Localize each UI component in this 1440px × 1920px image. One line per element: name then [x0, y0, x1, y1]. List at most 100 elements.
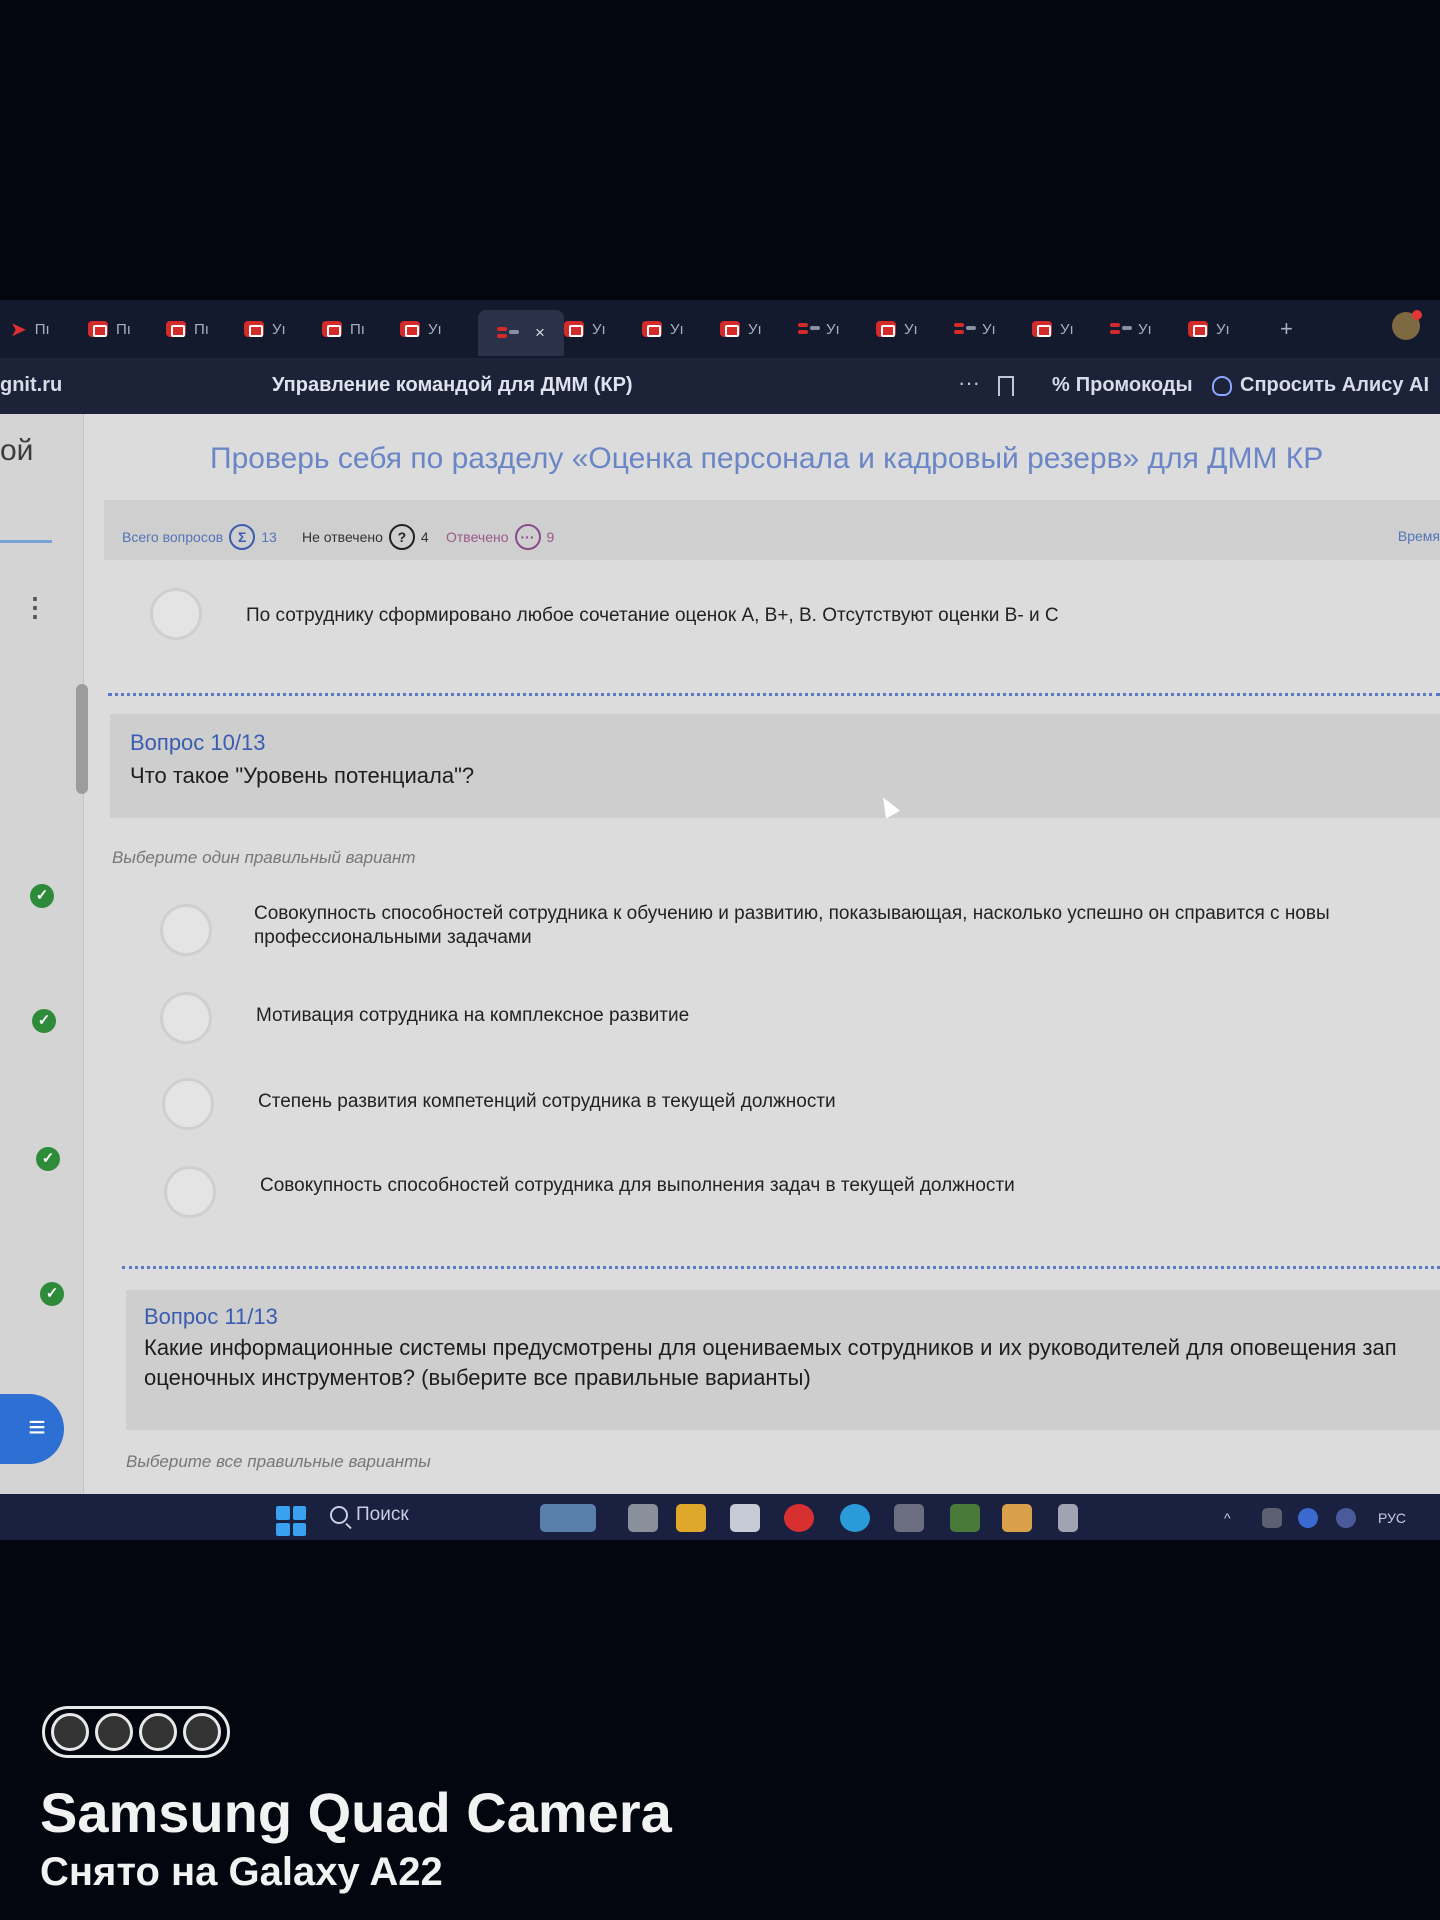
file-explorer-icon[interactable]	[676, 1504, 706, 1532]
panel-underline	[0, 540, 52, 543]
answer-option-label[interactable]: Степень развития компетенций сотрудника …	[258, 1090, 836, 1114]
answer-radio[interactable]	[160, 992, 212, 1044]
windows-start-icon[interactable]	[276, 1506, 306, 1536]
question-text: Что такое "Уровень потенциала"?	[130, 763, 475, 788]
answer-radio[interactable]	[160, 904, 212, 956]
answer-option-label-cont[interactable]: профессиональными задачами	[254, 926, 532, 950]
answer-option-label[interactable]: Совокупность способностей сотрудника к о…	[254, 902, 1330, 926]
answer-option-label[interactable]: Совокупность способностей сотрудника для…	[260, 1174, 1015, 1198]
answer-radio[interactable]	[164, 1166, 216, 1218]
site-favicon-icon	[400, 321, 420, 337]
check-icon[interactable]: ✓	[32, 1009, 56, 1033]
sigma-icon: Σ	[229, 524, 256, 550]
edge-browser-icon[interactable]	[840, 1504, 870, 1532]
ask-alice-button[interactable]: Спросить Алису AI	[1212, 374, 1429, 397]
game-icon[interactable]	[1002, 1504, 1032, 1532]
browser-tab[interactable]: Уı	[400, 308, 478, 350]
question-text: Какие информационные системы предусмотре…	[144, 1335, 1397, 1360]
camera-logo	[42, 1706, 230, 1758]
close-icon[interactable]: ×	[535, 323, 545, 343]
browser-tab[interactable]: Уı	[798, 308, 876, 350]
camera-watermark-subtitle: Снято на Galaxy A22	[40, 1850, 443, 1894]
check-icon[interactable]: ✓	[36, 1147, 60, 1171]
alice-icon	[1212, 375, 1232, 396]
search-icon	[330, 1506, 348, 1524]
windows-taskbar: Поиск ^ РУС	[0, 1494, 1440, 1540]
url-domain[interactable]: gnit.ru	[0, 374, 62, 397]
site-favicon-icon	[322, 321, 342, 337]
page-viewport: ой ⋮ ✓ ✓ ✓ ✓ ≡ Проверь себя по разделу «…	[0, 414, 1440, 1494]
camera-watermark-title: Samsung Quad Camera	[40, 1781, 672, 1844]
question-text-cont: оценочных инструментов? (выберите все пр…	[144, 1365, 811, 1390]
site-favicon-icon	[720, 321, 740, 337]
new-tab-button[interactable]: +	[1280, 316, 1293, 342]
browser-tab[interactable]: Уı	[954, 308, 1032, 350]
browser-tab[interactable]: Уı	[1032, 308, 1110, 350]
site-favicon-icon	[1032, 321, 1052, 337]
arrow-icon: ➤	[10, 318, 27, 341]
browser-tab-bar: ➤ Пı Пı Пı Уı Пı Уı × Уı Уı Уı Уı Уı Уı У…	[0, 300, 1440, 358]
profile-avatar[interactable]	[1392, 310, 1422, 340]
browser-tab[interactable]: ➤ Пı	[10, 308, 88, 350]
site-favicon-icon	[1110, 321, 1130, 337]
lens-icon	[183, 1713, 221, 1751]
site-favicon-icon	[88, 321, 108, 337]
answer-radio[interactable]	[150, 588, 202, 640]
panel-heading: ой	[0, 434, 34, 467]
time-indicator: Время	[1397, 528, 1440, 544]
tray-chevron-icon[interactable]: ^	[1224, 1510, 1231, 1526]
yandex-browser-icon[interactable]	[784, 1504, 814, 1532]
site-favicon-icon	[564, 321, 584, 337]
browser-tab[interactable]: Пı	[166, 308, 244, 350]
browser-tab[interactable]: Уı	[1188, 308, 1266, 350]
kebab-menu-icon[interactable]: ⋮	[22, 592, 48, 623]
test-title: Проверь себя по разделу «Оценка персонал…	[210, 442, 1324, 475]
answer-hint: Выберите все правильные варианты	[126, 1452, 431, 1471]
stat-total: Всего вопросов Σ 13	[122, 524, 277, 550]
site-favicon-icon	[642, 321, 662, 337]
stat-answered[interactable]: Отвечено ··· 9	[446, 524, 554, 550]
site-favicon-icon	[876, 321, 896, 337]
app-icon[interactable]	[894, 1504, 924, 1532]
minecraft-icon[interactable]	[950, 1504, 980, 1532]
percent-icon: %	[1052, 374, 1070, 396]
answer-hint: Выберите один правильный вариант	[112, 848, 416, 867]
weather-widget-icon[interactable]	[540, 1504, 596, 1532]
browser-tab-active[interactable]: ×	[478, 310, 564, 356]
check-icon[interactable]: ✓	[30, 884, 54, 908]
dots-icon: ···	[514, 524, 541, 550]
browser-tab[interactable]: Пı	[322, 308, 400, 350]
site-favicon-icon	[1188, 321, 1208, 337]
stats-app-icon[interactable]	[1058, 1504, 1078, 1532]
stat-unanswered[interactable]: Не отвечено ? 4	[302, 524, 429, 550]
browser-tab[interactable]: Уı	[876, 308, 954, 350]
task-view-icon[interactable]	[628, 1504, 658, 1532]
promo-button[interactable]: % Промокоды	[1052, 374, 1193, 397]
more-icon[interactable]: ···	[958, 370, 980, 396]
browser-tab[interactable]: Уı	[642, 308, 720, 350]
check-icon[interactable]: ✓	[40, 1282, 64, 1306]
store-icon[interactable]	[730, 1504, 760, 1532]
browser-tab[interactable]: Пı	[88, 308, 166, 350]
browser-tab[interactable]: Уı	[1110, 308, 1188, 350]
menu-fab-button[interactable]: ≡	[0, 1394, 64, 1464]
browser-tab[interactable]: Уı	[720, 308, 798, 350]
panel-scrollbar[interactable]	[76, 684, 88, 794]
taskbar-search[interactable]: Поиск	[330, 1504, 409, 1526]
lens-icon	[51, 1713, 89, 1751]
lens-icon	[95, 1713, 133, 1751]
browser-tab[interactable]: Уı	[564, 308, 642, 350]
address-bar: gnit.ru Управление командой для ДММ (КР)…	[0, 358, 1440, 414]
browser-tab[interactable]: Уı	[244, 308, 322, 350]
tray-icon[interactable]	[1262, 1508, 1282, 1528]
language-indicator[interactable]: РУС	[1378, 1510, 1406, 1526]
answer-option-label[interactable]: По сотруднику сформировано любое сочетан…	[246, 604, 1059, 628]
answer-option-label[interactable]: Мотивация сотрудника на комплексное разв…	[256, 1004, 689, 1028]
question-divider	[108, 693, 1440, 696]
tray-icon[interactable]	[1298, 1508, 1318, 1528]
bookmark-icon[interactable]	[998, 376, 1014, 396]
site-favicon-icon	[244, 321, 264, 337]
question-nav-panel: ой ⋮ ✓ ✓ ✓ ✓ ≡	[0, 414, 88, 1494]
tray-icon[interactable]	[1336, 1508, 1356, 1528]
answer-radio[interactable]	[162, 1078, 214, 1130]
